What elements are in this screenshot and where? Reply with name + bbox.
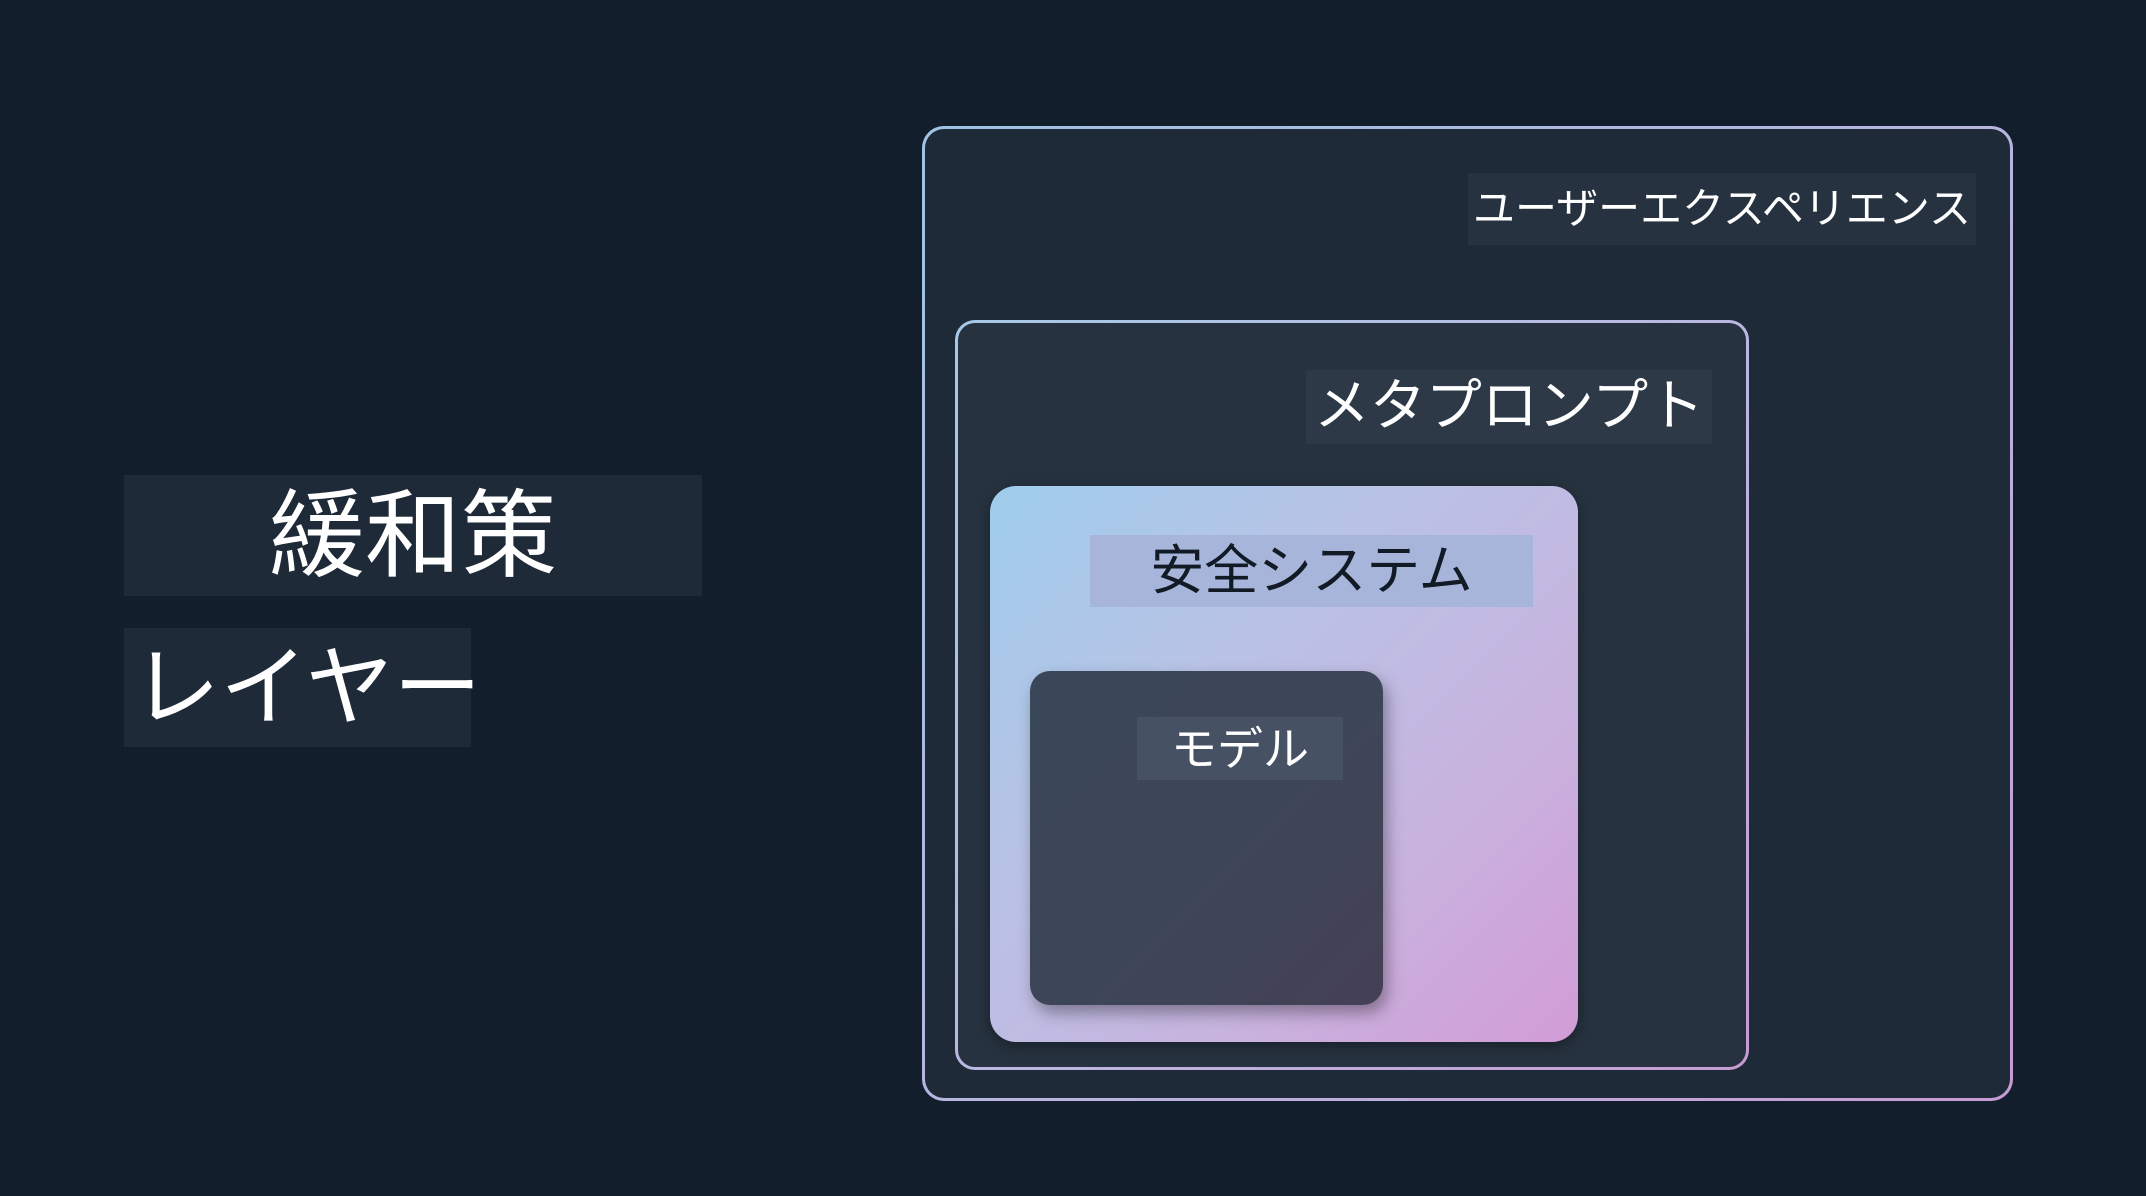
- safety-system-label: 安全システム: [1090, 535, 1533, 607]
- title-line-2: レイヤー: [124, 628, 481, 747]
- model-label: モデル: [1137, 717, 1343, 780]
- user-experience-label: ユーザーエクスペリエンス: [1468, 173, 1976, 245]
- title-line-1: 緩和策: [124, 475, 702, 596]
- metaprompt-label: メタプロンプト: [1306, 370, 1712, 444]
